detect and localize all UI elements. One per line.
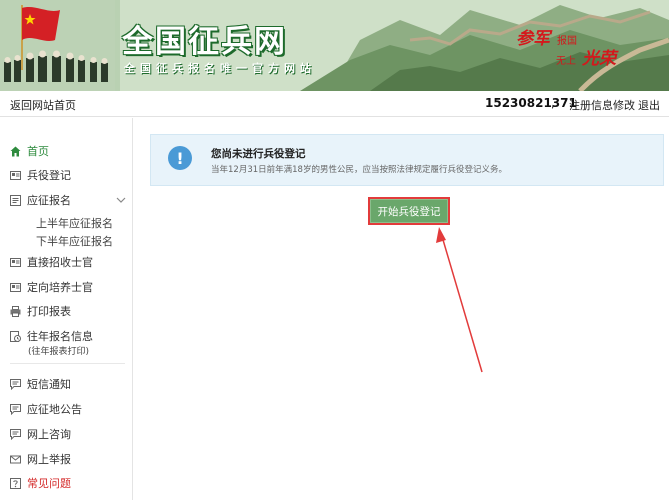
mail-icon: [10, 454, 21, 465]
slogan-text: 无上: [556, 56, 576, 67]
flag-and-soldiers-image: [0, 0, 115, 91]
sidebar-item-print-reports[interactable]: 打印报表: [10, 302, 71, 320]
separator-comma: ,: [551, 96, 555, 110]
slogan-text: 光荣: [582, 49, 616, 69]
notice-description: 当年12月31日前年满18岁的男性公民，应当按照法律规定履行兵役登记义务。: [211, 165, 507, 175]
history-icon: [10, 330, 21, 342]
logout-link[interactable]: 退出: [638, 97, 660, 113]
sidebar-item-label: 常见问题: [27, 477, 71, 490]
sidebar-item-label: 定向培养士官: [27, 281, 93, 294]
id-card-icon: [10, 170, 21, 181]
chat-icon: [10, 378, 21, 390]
user-phone-number: 15230821371: [485, 96, 577, 110]
sidebar-item-enlistment-application[interactable]: 应征报名: [10, 191, 71, 209]
sidebar-item-label: 打印报表: [27, 305, 71, 318]
site-banner: 全国征兵网 全国征兵报名唯一官方网站 参军 报国 无上 光荣: [0, 0, 669, 91]
sidebar-item-home[interactable]: 首页: [10, 142, 49, 160]
chevron-down-icon[interactable]: [116, 195, 126, 205]
sidebar-item-military-registration[interactable]: 兵役登记: [10, 166, 71, 184]
edit-registration-info-link[interactable]: 注册信息修改: [569, 97, 635, 113]
slogan-text: 报国: [557, 36, 577, 47]
sidebar-item-online-report[interactable]: 网上举报: [10, 450, 71, 468]
sidebar-subitem-second-half-application[interactable]: 下半年应征报名: [36, 233, 113, 249]
sidebar-item-previous-years-info[interactable]: 往年报名信息: [10, 327, 93, 345]
sidebar-item-label: 兵役登记: [27, 169, 71, 182]
sidebar-divider: [10, 363, 125, 364]
sidebar-item-sms-notifications[interactable]: 短信通知: [10, 375, 71, 393]
site-logo-title: 全国征兵网: [122, 24, 287, 60]
printer-icon: [10, 305, 21, 317]
id-card-icon: [10, 282, 21, 293]
sidebar-item-label: 往年报名信息: [27, 330, 93, 343]
sidebar-item-direct-nco-recruitment[interactable]: 直接招收士官: [10, 253, 93, 271]
help-icon: [10, 477, 21, 489]
sidebar-item-label: 首页: [27, 145, 49, 158]
sidebar-item-label: 网上咨询: [27, 428, 71, 441]
start-registration-button[interactable]: 开始兵役登记: [368, 197, 450, 225]
slogan-text: 参军: [516, 29, 550, 49]
sidebar-item-label: 应征报名: [27, 194, 71, 207]
sidebar-item-directed-nco-training[interactable]: 定向培养士官: [10, 278, 93, 296]
back-to-home-link[interactable]: 返回网站首页: [10, 97, 76, 113]
sidebar-subitem-first-half-application[interactable]: 上半年应征报名: [36, 215, 113, 231]
sidebar-item-label: 短信通知: [27, 378, 71, 391]
sidebar-item-faq[interactable]: 常见问题: [10, 474, 71, 492]
sidebar-item-online-consultation[interactable]: 网上咨询: [10, 425, 71, 443]
form-icon: [10, 194, 21, 206]
sidebar-item-label: 直接招收士官: [27, 256, 93, 269]
id-card-icon: [10, 257, 21, 268]
sidebar-item-label: 应征地公告: [27, 403, 82, 416]
exclamation-icon: !: [168, 146, 192, 170]
home-icon: [10, 146, 21, 157]
notice-title: 您尚未进行兵役登记: [211, 148, 306, 160]
sidebar-item-label: 网上举报: [27, 453, 71, 466]
top-navigation-bar: 返回网站首页 15230821371 , 注册信息修改 退出: [0, 91, 669, 117]
sidebar-item-note: (往年报表打印): [28, 347, 90, 357]
sidebar-item-local-announcements[interactable]: 应征地公告: [10, 400, 82, 418]
chat-icon: [10, 403, 21, 415]
site-logo-subtitle: 全国征兵报名唯一官方网站: [124, 62, 316, 75]
chat-icon: [10, 428, 21, 440]
